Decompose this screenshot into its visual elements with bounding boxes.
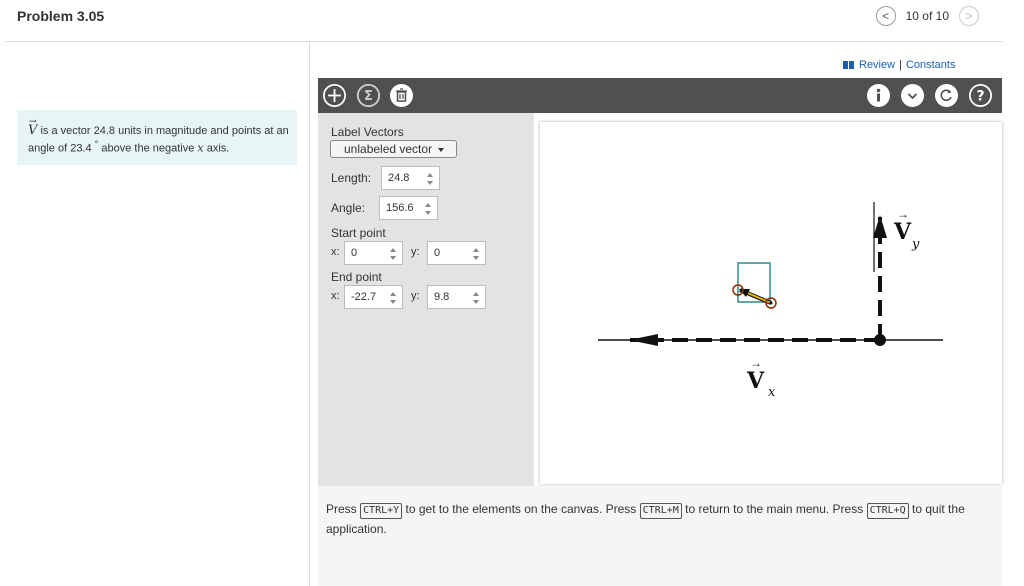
resource-links: Review | Constants — [843, 59, 955, 71]
next-button[interactable]: > — [959, 6, 979, 26]
start-y-stepper[interactable]: 0 — [427, 241, 486, 265]
svg-text:Σ: Σ — [364, 89, 373, 104]
drawing-canvas[interactable]: V → y V → x — [540, 122, 1002, 484]
stepper-arrows-icon[interactable] — [425, 200, 433, 216]
length-stepper[interactable]: 24.8 — [381, 166, 440, 190]
constants-link[interactable]: Constants — [906, 59, 956, 71]
canvas-svg: V → y V → x — [598, 202, 943, 400]
stepper-arrows-icon[interactable] — [390, 245, 398, 261]
info-button[interactable] — [867, 84, 890, 107]
chevron-down-icon — [901, 84, 924, 107]
vy-label: V — [893, 219, 912, 245]
instructions-text: Press CTRL+Y to get to the elements on t… — [326, 502, 965, 536]
end-y-label: y: — [411, 290, 420, 302]
vy-arrow-icon: → — [897, 207, 909, 221]
pager: < 10 of 10 > — [875, 6, 979, 26]
start-y-label: y: — [411, 246, 420, 258]
vx-subscript: x — [768, 385, 776, 400]
delete-button[interactable] — [390, 84, 413, 107]
vector-sum-button[interactable]: Σ — [357, 84, 380, 107]
kbd-ctrl-y: CTRL+Y — [360, 503, 403, 519]
reset-icon — [935, 84, 958, 107]
kbd-ctrl-q: CTRL+Q — [866, 503, 909, 519]
vector-drawing-app: Σ ? Label Vectors unlabeled vector Lengt… — [318, 78, 1002, 586]
vy-arrowhead — [873, 215, 887, 238]
problem-title: Problem 3.05 — [17, 8, 105, 24]
length-label: Length: — [331, 171, 372, 185]
start-x-label: x: — [331, 246, 340, 258]
vx-arrowhead — [629, 334, 658, 346]
panel-divider — [309, 42, 310, 586]
stepper-arrows-icon[interactable] — [390, 289, 398, 305]
end-x-label: x: — [331, 290, 340, 302]
stepper-arrows-icon[interactable] — [473, 289, 481, 305]
tail-handle-dot — [769, 301, 773, 305]
sigma-icon: Σ — [357, 84, 380, 107]
plus-icon — [323, 84, 346, 107]
stepper-arrows-icon[interactable] — [473, 245, 481, 261]
svg-text:?: ? — [976, 89, 984, 105]
trash-icon — [390, 84, 413, 107]
header: Problem 3.05 < 10 of 10 > — [0, 0, 1024, 42]
vy-subscript: y — [911, 237, 920, 252]
start-point-title: Start point — [331, 226, 386, 240]
stepper-arrows-icon[interactable] — [427, 170, 435, 186]
start-x-stepper[interactable]: 0 — [344, 241, 403, 265]
help-button[interactable]: ? — [969, 84, 992, 107]
caret-down-icon — [438, 148, 444, 152]
kbd-ctrl-m: CTRL+M — [639, 503, 682, 519]
toolbar: Σ ? — [318, 78, 1002, 113]
add-vector-button[interactable] — [323, 84, 346, 107]
angle-label: Angle: — [331, 201, 366, 215]
info-icon — [867, 84, 890, 107]
keyboard-instructions: Press CTRL+Y to get to the elements on t… — [318, 486, 1002, 586]
dropdown-menu-button[interactable] — [901, 84, 924, 107]
end-y-stepper[interactable]: 9.8 — [427, 285, 486, 309]
label-vectors-title: Label Vectors — [331, 125, 404, 139]
link-separator: | — [899, 59, 902, 71]
book-icon — [843, 60, 855, 70]
end-x-stepper[interactable]: -22.7 — [344, 285, 403, 309]
vector-properties-panel: Label Vectors unlabeled vector Length: 2… — [318, 113, 534, 486]
vx-label: V — [746, 368, 765, 394]
previous-button[interactable]: < — [875, 6, 896, 26]
angle-stepper[interactable]: 156.6 — [379, 196, 438, 220]
end-point-title: End point — [331, 270, 382, 284]
problem-prompt: → V is a vector 24.8 units in magnitude a… — [17, 110, 297, 165]
review-link[interactable]: Review — [859, 59, 895, 71]
help-icon: ? — [969, 84, 992, 107]
origin-point[interactable] — [874, 334, 886, 346]
reset-button[interactable] — [935, 84, 958, 107]
vx-arrow-icon: → — [750, 356, 762, 370]
label-vectors-dropdown[interactable]: unlabeled vector — [330, 140, 457, 158]
pager-text: 10 of 10 — [905, 9, 949, 23]
vector-symbol: → V — [28, 117, 38, 138]
